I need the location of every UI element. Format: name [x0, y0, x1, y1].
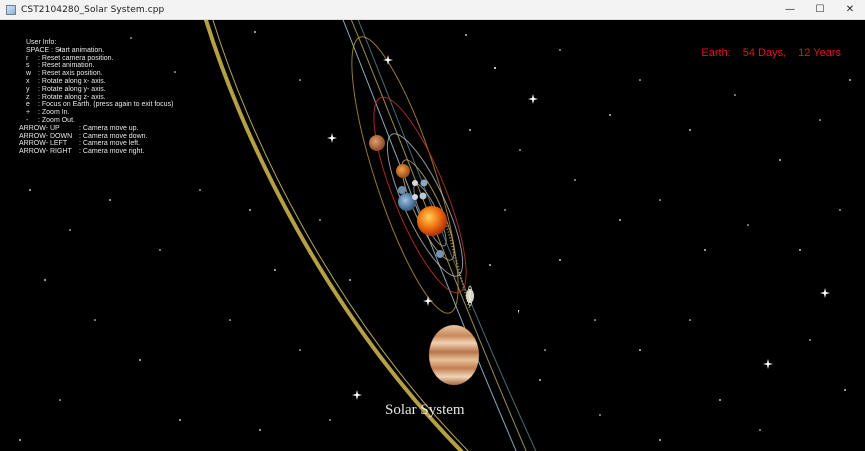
window-titlebar: CST2104280_Solar System.cpp — ☐ ✕ [0, 0, 865, 20]
status-years: 12 Years [798, 47, 841, 59]
user-info-key: w [26, 70, 32, 78]
saturn-planet [466, 285, 474, 307]
user-info-desc: : Camera move up. [79, 124, 139, 132]
user-info-line: + : Zoom In. [26, 109, 173, 117]
neptune-planet [436, 250, 444, 258]
app-icon [6, 4, 16, 15]
maximize-button[interactable]: ☐ [805, 0, 835, 19]
user-info-key: SPACE [26, 46, 50, 54]
venus-planet [396, 164, 410, 178]
user-info-desc: : Focus on Earth. (press again to exit f… [38, 101, 174, 109]
earth-moon [412, 194, 418, 200]
user-info-line: r : Reset camera position. [26, 55, 173, 63]
user-info-desc: : Rotate along y- axis. [38, 85, 106, 93]
user-info-line: ARROW- DOWN : Camera move down. [19, 133, 173, 141]
user-info-desc: : Reset camera position. [38, 54, 114, 62]
user-info-desc: : Camera move left. [79, 140, 141, 148]
scene-caption: Solar System [385, 402, 465, 418]
window-title: CST2104280_Solar System.cpp [21, 4, 165, 15]
user-info-desc: : Start animation. [51, 46, 105, 54]
user-info-desc: : Zoom Out. [38, 116, 75, 124]
sun [417, 206, 447, 236]
user-info-line: y : Rotate along y- axis. [26, 86, 173, 94]
user-info-heading: User Info: [26, 39, 57, 46]
user-info-line: ARROW- RIGHT : Camera move right. [19, 148, 173, 156]
user-info-key: ARROW- DOWN [19, 132, 73, 140]
opengl-viewport[interactable]: User Info: SPACE : Start animation. r : R… [0, 20, 865, 451]
user-info-desc: : Zoom In. [38, 109, 70, 117]
user-info-line: w : Reset axis position. [26, 70, 173, 78]
user-info-key: e [26, 101, 30, 109]
user-info-key: ARROW- UP [19, 124, 60, 132]
user-info-key: r [26, 54, 29, 62]
status-label: Earth: [701, 47, 731, 59]
user-info-line: z : Rotate along z- axis. [26, 94, 173, 102]
user-info-panel: User Info: SPACE : Start animation. r : R… [19, 39, 173, 156]
moon-planet [412, 180, 418, 186]
user-info-key: + [26, 109, 31, 117]
user-info-line: - : Zoom Out. [26, 117, 173, 125]
close-button[interactable]: ✕ [835, 0, 865, 19]
mars-planet [369, 135, 385, 151]
status-days: 54 Days, [742, 47, 787, 59]
user-info-key: ARROW- LEFT [19, 140, 68, 148]
small-planet [420, 179, 428, 187]
earth-status-readout: Earth: 54 Days, 12 Years [689, 35, 841, 71]
user-info-line: SPACE : Start animation. [26, 47, 173, 55]
minimize-button[interactable]: — [775, 0, 805, 19]
satellite-planet [419, 192, 427, 200]
user-info-line: x : Rotate along x- axis. [26, 78, 173, 86]
window-controls: — ☐ ✕ [775, 0, 865, 19]
user-info-line: s : Reset animation. [26, 62, 173, 70]
user-info-key: s [26, 62, 30, 70]
user-info-line: ARROW- LEFT : Camera move left. [19, 140, 173, 148]
user-info-desc: : Rotate along z- axis. [38, 93, 106, 101]
user-info-key: ARROW- RIGHT [19, 148, 72, 156]
user-info-desc: : Camera move down. [79, 132, 148, 140]
user-info-desc: : Rotate along x- axis. [38, 77, 106, 85]
user-info-key: y [26, 85, 30, 93]
user-info-key: - [26, 116, 29, 124]
user-info-key: z [26, 93, 30, 101]
user-info-line: e : Focus on Earth. (press again to exit … [26, 101, 173, 109]
user-info-key: x [26, 77, 30, 85]
user-info-desc: : Reset animation. [38, 62, 95, 70]
jupiter-planet [428, 324, 480, 386]
mercury-planet [398, 186, 406, 194]
user-info-line: ARROW- UP : Camera move up. [19, 125, 173, 133]
user-info-desc: : Camera move right. [79, 148, 145, 156]
user-info-desc: : Reset axis position. [38, 70, 103, 78]
